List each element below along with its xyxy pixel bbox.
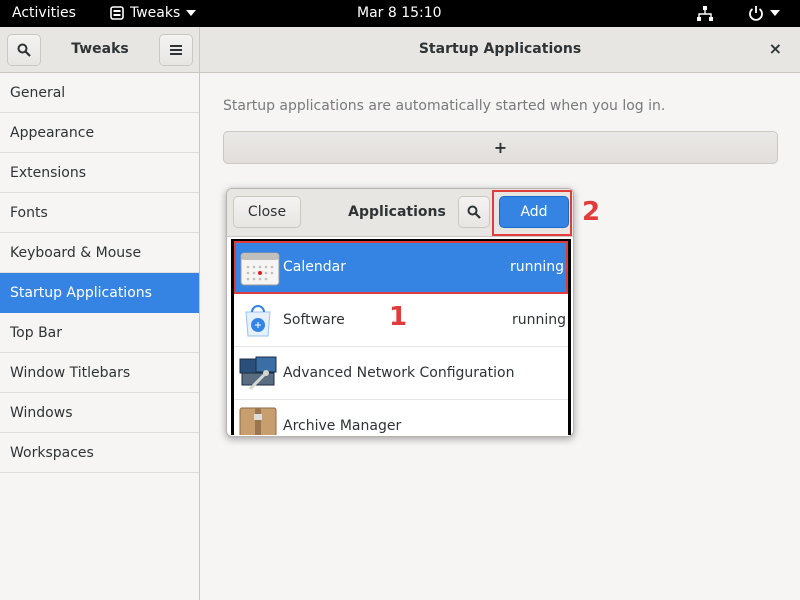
sidebar-item-workspaces[interactable]: Workspaces [0,433,199,473]
system-menu[interactable] [748,5,780,21]
annotation-step-2: 2 [582,197,601,227]
sidebar-item-extensions[interactable]: Extensions [0,153,199,193]
hamburger-icon [170,45,182,55]
add-startup-app-button[interactable]: + [223,131,778,164]
clock[interactable]: Mar 8 15:10 [357,5,442,21]
dialog-add-button[interactable]: Add [499,196,569,228]
sidebar-item-top-bar[interactable]: Top Bar [0,313,199,353]
software-icon [245,305,271,337]
app-name: Archive Manager [283,418,402,434]
list-item-calendar[interactable]: Calendar running [234,241,568,294]
dialog-title: Applications [348,204,446,220]
top-bar: Activities Tweaks Mar 8 15:10 [0,0,800,27]
content-header: Startup Applications × [200,27,800,73]
sidebar-item-window-titlebars[interactable]: Window Titlebars [0,353,199,393]
app-status: running [509,259,564,275]
search-icon [467,205,481,219]
sidebar-item-startup-applications[interactable]: Startup Applications [0,273,199,313]
dialog-header: Close Applications Add [227,189,573,237]
app-menu[interactable]: Tweaks [110,5,197,21]
sidebar-header: Tweaks [0,27,200,73]
sidebar-item-keyboard-mouse[interactable]: Keyboard & Mouse [0,233,199,273]
window-close-button[interactable]: × [769,39,782,58]
app-name: Calendar [283,259,346,275]
app-name: Advanced Network Configuration [283,365,515,381]
page-description: Startup applications are automatically s… [223,98,666,114]
page-title: Startup Applications [418,41,582,57]
network-config-icon [239,356,277,391]
chevron-down-icon [186,10,197,16]
list-item-archive-manager[interactable]: Archive Manager [234,400,568,435]
activities-button[interactable]: Activities [12,5,76,21]
annotation-step-1: 1 [389,302,408,332]
app-menu-label: Tweaks [130,5,181,21]
chevron-down-icon [770,10,780,16]
network-icon[interactable] [697,6,713,25]
list-item-advanced-network-configuration[interactable]: Advanced Network Configuration [234,347,568,400]
dialog-close-button[interactable]: Close [233,196,301,228]
sidebar-item-fonts[interactable]: Fonts [0,193,199,233]
power-icon [749,6,763,21]
app-name: Software [283,312,345,328]
tweaks-app-icon [110,6,124,20]
sidebar-item-appearance[interactable]: Appearance [0,113,199,153]
menu-button[interactable] [159,34,193,66]
sidebar-item-general[interactable]: General [0,73,199,113]
applications-list[interactable]: Calendar running Software running Advanc… [231,239,571,435]
calendar-icon [240,252,280,286]
sidebar: General Appearance Extensions Fonts Keyb… [0,73,200,600]
sidebar-item-windows[interactable]: Windows [0,393,199,433]
app-status: running [511,312,566,328]
archive-manager-icon [239,407,277,435]
dialog-search-button[interactable] [458,196,490,228]
